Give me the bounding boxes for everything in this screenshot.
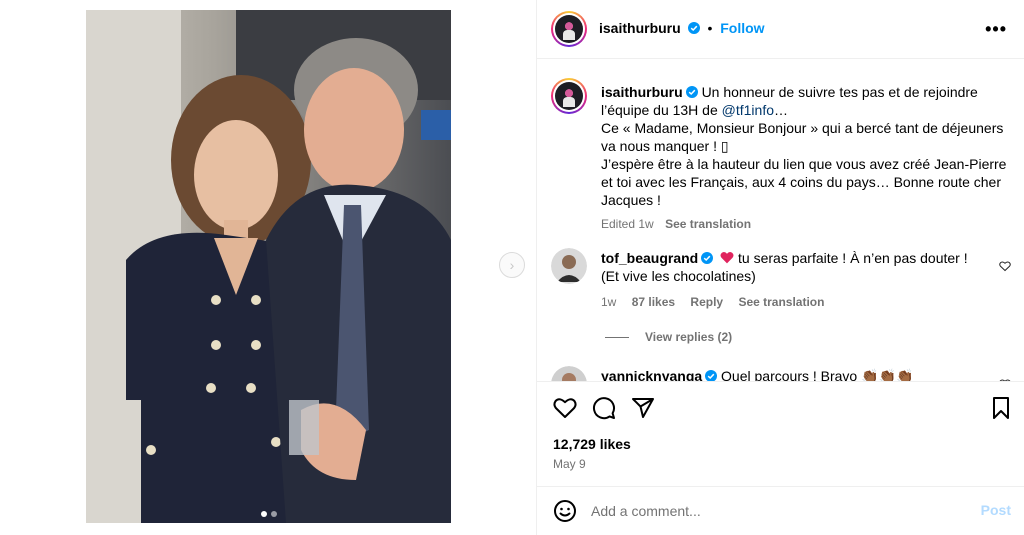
see-translation-link[interactable]: See translation xyxy=(665,217,751,231)
comment-icon[interactable] xyxy=(592,396,616,420)
comment-body: tof_beaugrand tu seras parfaite ! À n’en… xyxy=(601,249,981,311)
follow-button[interactable]: Follow xyxy=(720,20,764,36)
emoji-icon[interactable] xyxy=(553,499,577,523)
caption-ellipsis: … xyxy=(774,102,789,118)
clapping-emoji-icon: 👏🏾👏🏾👏🏾 xyxy=(861,368,914,381)
view-replies-button[interactable]: View replies (2) xyxy=(605,330,732,344)
caption-time[interactable]: 1w xyxy=(638,217,653,231)
post-header: isaithurburu • Follow ••• xyxy=(537,0,1024,59)
reply-button[interactable]: Reply xyxy=(690,295,723,309)
add-comment-input[interactable] xyxy=(591,495,971,527)
like-comment-heart-icon[interactable] xyxy=(999,260,1011,272)
post-details-panel: isaithurburu • Follow ••• isaithurburu U… xyxy=(536,0,1024,535)
photo-illustration xyxy=(86,10,451,523)
chevron-right-icon: › xyxy=(509,257,515,273)
author-username[interactable]: isaithurburu xyxy=(599,20,681,36)
verified-badge-icon xyxy=(685,86,698,98)
caption-meta: Edited 1w See translation xyxy=(601,215,1013,233)
verified-badge-icon xyxy=(687,22,700,34)
mention-link[interactable]: @tf1info xyxy=(722,102,774,118)
caption-text: isaithurburu Un honneur de suivre tes pa… xyxy=(601,83,1013,233)
more-options-icon[interactable]: ••• xyxy=(985,19,1007,40)
author-avatar[interactable] xyxy=(551,11,587,47)
next-photo-button[interactable]: › xyxy=(499,252,525,278)
commenter-avatar[interactable] xyxy=(551,248,587,284)
bookmark-icon[interactable] xyxy=(989,396,1013,420)
commenter-username[interactable]: yannicknyanga xyxy=(601,368,702,381)
comment-likes[interactable]: 87 likes xyxy=(632,295,675,309)
comment-time[interactable]: 1w xyxy=(601,295,616,309)
post-date[interactable]: May 9 xyxy=(553,457,586,471)
caption-username[interactable]: isaithurburu xyxy=(601,84,683,100)
comment-body: yannicknyanga Quel parcours ! Bravo 👏🏾👏🏾… xyxy=(601,367,981,381)
verified-badge-icon xyxy=(705,370,718,381)
replies-divider-line xyxy=(605,336,629,338)
send-icon[interactable] xyxy=(631,396,655,420)
caption-author-avatar[interactable] xyxy=(551,78,587,114)
author-info: isaithurburu • Follow xyxy=(599,20,765,36)
carousel-indicator xyxy=(86,511,451,517)
commenter-username[interactable]: tof_beaugrand xyxy=(601,250,698,266)
media-area: › xyxy=(0,0,536,535)
carousel-dot-active xyxy=(260,511,267,517)
edited-label: Edited xyxy=(601,217,636,231)
add-comment-bar: Post xyxy=(537,486,1024,535)
view-replies-label: View replies (2) xyxy=(645,330,733,344)
caption-line-3: J’espère être à la hauteur du lien que v… xyxy=(601,156,1007,208)
caption-line-2: Ce « Madame, Monsieur Bonjour » qui a be… xyxy=(601,120,1004,154)
comments-section[interactable]: isaithurburu Un honneur de suivre tes pa… xyxy=(537,60,1024,381)
commenter-avatar[interactable] xyxy=(551,366,587,381)
verified-badge-icon xyxy=(701,252,714,264)
post-photo[interactable] xyxy=(86,10,451,523)
heart-icon[interactable] xyxy=(553,396,577,420)
red-heart-emoji-icon xyxy=(720,251,734,264)
post-actions: 12,729 likes May 9 xyxy=(537,381,1024,486)
comment-meta: 1w 87 likes Reply See translation xyxy=(601,293,981,311)
comment-text: Quel parcours ! Bravo xyxy=(721,368,858,381)
carousel-dot xyxy=(270,511,277,517)
separator: • xyxy=(707,20,713,36)
see-translation-link[interactable]: See translation xyxy=(738,295,824,309)
post-comment-button[interactable]: Post xyxy=(981,502,1011,518)
likes-count[interactable]: 12,729 likes xyxy=(553,436,631,452)
